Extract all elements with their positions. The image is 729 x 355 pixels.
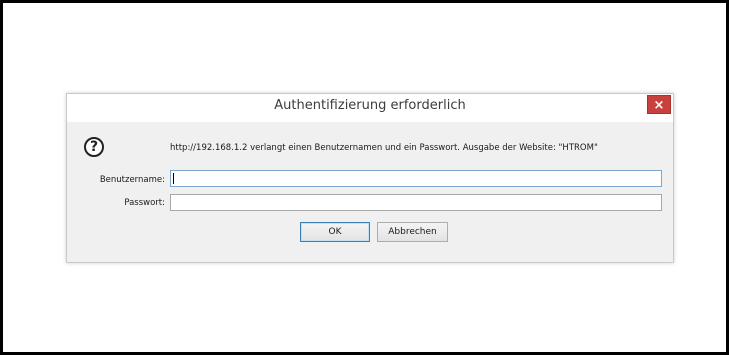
auth-message: http://192.168.1.2 verlangt einen Benutz… xyxy=(170,143,598,153)
dialog-title: Authentifizierung erforderlich xyxy=(274,98,466,113)
cancel-button[interactable]: Abbrechen xyxy=(377,222,448,242)
close-button[interactable]: × xyxy=(647,95,671,114)
screenshot-frame: Authentifizierung erforderlich × ? http:… xyxy=(0,0,729,355)
close-icon: × xyxy=(653,98,665,113)
auth-dialog: Authentifizierung erforderlich × ? http:… xyxy=(66,93,674,263)
username-label: Benutzername: xyxy=(99,175,165,185)
text-cursor xyxy=(173,173,174,184)
password-label: Passwort: xyxy=(124,198,165,208)
password-input[interactable] xyxy=(170,194,662,211)
question-icon: ? xyxy=(84,137,104,157)
dialog-titlebar[interactable]: Authentifizierung erforderlich × xyxy=(67,94,673,122)
ok-button[interactable]: OK xyxy=(300,222,370,242)
username-input[interactable] xyxy=(170,170,662,187)
